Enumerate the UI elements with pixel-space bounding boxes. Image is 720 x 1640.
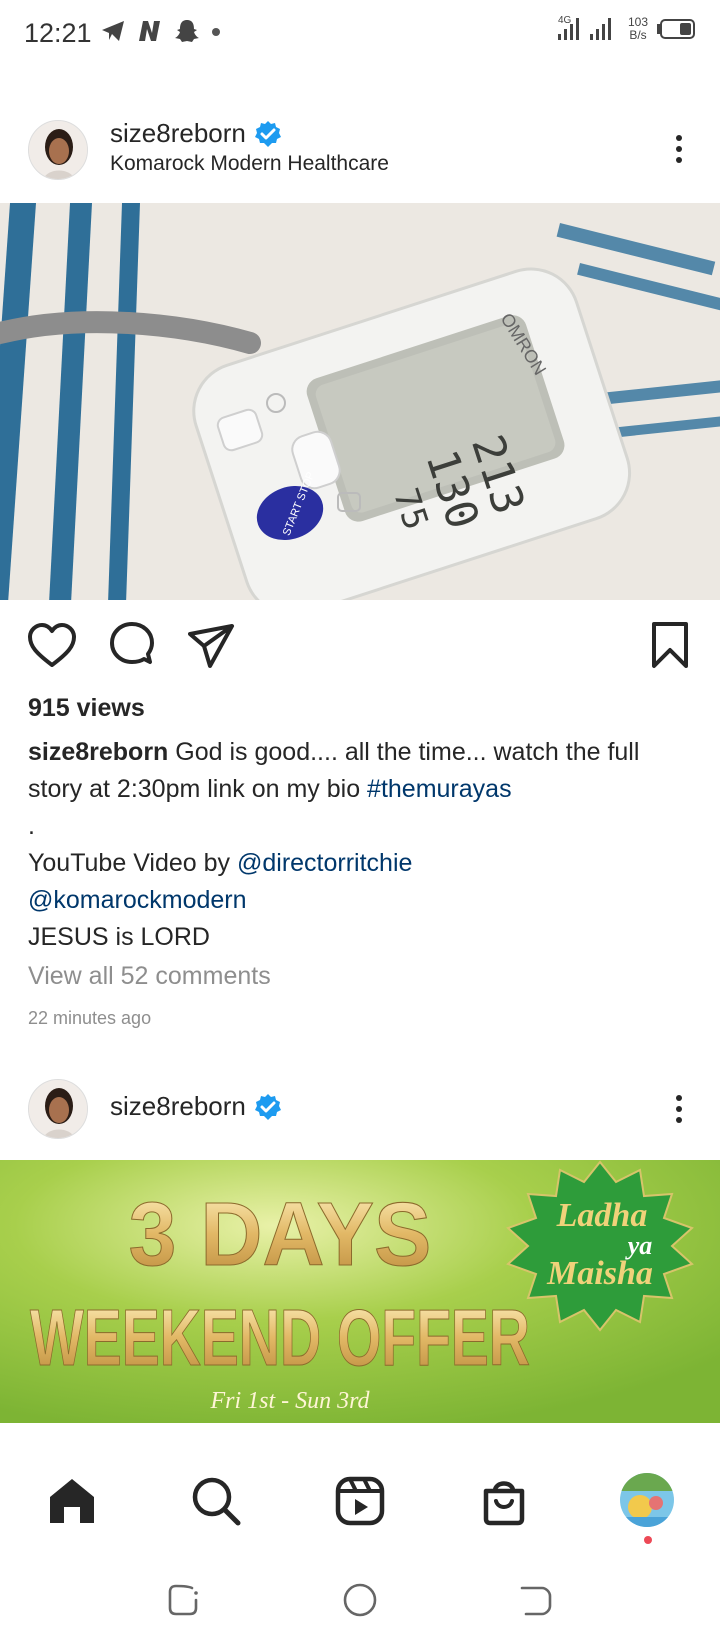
post-actions bbox=[0, 620, 720, 680]
post-caption: size8reborn God is good.... all the time… bbox=[28, 734, 688, 956]
view-all-comments-link[interactable]: View all 52 comments bbox=[28, 962, 271, 991]
avatar[interactable] bbox=[28, 1079, 88, 1139]
post-image[interactable]: 213 130 75 OMRON START STOP bbox=[0, 203, 720, 600]
net-speed-unit: B/s bbox=[629, 28, 647, 42]
caption-line-jesus: JESUS is LORD bbox=[28, 923, 210, 951]
status-time: 12:21 bbox=[24, 18, 92, 48]
bottom-nav-bar bbox=[0, 1423, 720, 1573]
post-location[interactable]: Komarock Modern Healthcare bbox=[110, 152, 389, 176]
status-bar: 12:21 4G 103 B/s bbox=[0, 0, 720, 66]
avatar-image bbox=[29, 121, 87, 179]
weekend-offer-banner: 3 DAYS WEEKEND OFFER Fri 1st - Sun 3rd L… bbox=[0, 1160, 720, 1423]
verified-badge-icon bbox=[254, 120, 281, 147]
network-label: 4G bbox=[558, 15, 572, 26]
net-speed: 103 B/s bbox=[628, 16, 648, 42]
post-username-row[interactable]: size8reborn bbox=[110, 1091, 282, 1122]
verified-badge-icon bbox=[254, 1093, 281, 1120]
badge-line-1: Ladha bbox=[556, 1197, 648, 1234]
banner-dates: Fri 1st - Sun 3rd bbox=[209, 1388, 370, 1414]
save-bookmark-icon[interactable] bbox=[644, 620, 696, 672]
post-image[interactable]: 3 DAYS WEEKEND OFFER Fri 1st - Sun 3rd L… bbox=[0, 1160, 720, 1423]
recents-icon[interactable] bbox=[166, 1582, 202, 1618]
post-username-row[interactable]: size8reborn bbox=[110, 118, 282, 149]
comment-icon[interactable] bbox=[106, 620, 158, 672]
home-icon[interactable] bbox=[46, 1475, 98, 1527]
signal-icon: 4G bbox=[557, 15, 611, 40]
dot-icon bbox=[212, 28, 220, 36]
caption-youtube-prefix: YouTube Video by bbox=[28, 849, 237, 877]
badge-line-3: Maisha bbox=[546, 1255, 653, 1292]
banner-title-2: WEEKEND OFFER bbox=[30, 1293, 530, 1382]
blood-pressure-monitor-photo: 213 130 75 OMRON START STOP bbox=[0, 203, 720, 600]
caption-mention-komarockmodern[interactable]: @komarockmodern bbox=[28, 886, 247, 914]
notification-dot bbox=[644, 1536, 652, 1544]
system-nav-bar bbox=[0, 1570, 720, 1640]
caption-username[interactable]: size8reborn bbox=[28, 738, 168, 766]
post-username[interactable]: size8reborn bbox=[110, 1091, 246, 1122]
status-left-icons bbox=[100, 18, 222, 44]
telegram-icon bbox=[102, 21, 124, 41]
battery-icon bbox=[657, 19, 695, 39]
caption-hashtag[interactable]: #themurayas bbox=[367, 775, 512, 803]
shop-bag-icon[interactable] bbox=[478, 1475, 530, 1527]
search-icon[interactable] bbox=[190, 1475, 242, 1527]
caption-mention-directorritchie[interactable]: @directorritchie bbox=[237, 849, 412, 877]
profile-avatar-tab[interactable] bbox=[620, 1473, 674, 1527]
banner-title-1: 3 DAYS bbox=[129, 1183, 432, 1284]
reels-icon[interactable] bbox=[334, 1475, 386, 1527]
status-right: 4G 103 B/s bbox=[556, 14, 696, 44]
post-username[interactable]: size8reborn bbox=[110, 118, 246, 149]
post-header-2: size8reborn bbox=[0, 1076, 720, 1166]
n-app-icon bbox=[139, 21, 160, 41]
home-circle-icon[interactable] bbox=[342, 1582, 378, 1618]
post-header: size8reborn Komarock Modern Healthcare bbox=[0, 106, 720, 196]
share-icon[interactable] bbox=[186, 620, 238, 672]
back-icon[interactable] bbox=[518, 1582, 554, 1618]
more-options-icon[interactable] bbox=[674, 1090, 684, 1130]
avatar[interactable] bbox=[28, 120, 88, 180]
profile-avatar-image bbox=[620, 1473, 674, 1527]
caption-dot: . bbox=[28, 812, 35, 840]
more-options-icon[interactable] bbox=[674, 130, 684, 170]
snapchat-icon bbox=[175, 20, 199, 42]
avatar-image bbox=[29, 1080, 87, 1138]
post-timestamp: 22 minutes ago bbox=[28, 1008, 152, 1028]
like-heart-icon[interactable] bbox=[26, 620, 78, 672]
view-count[interactable]: 915 views bbox=[28, 694, 145, 723]
